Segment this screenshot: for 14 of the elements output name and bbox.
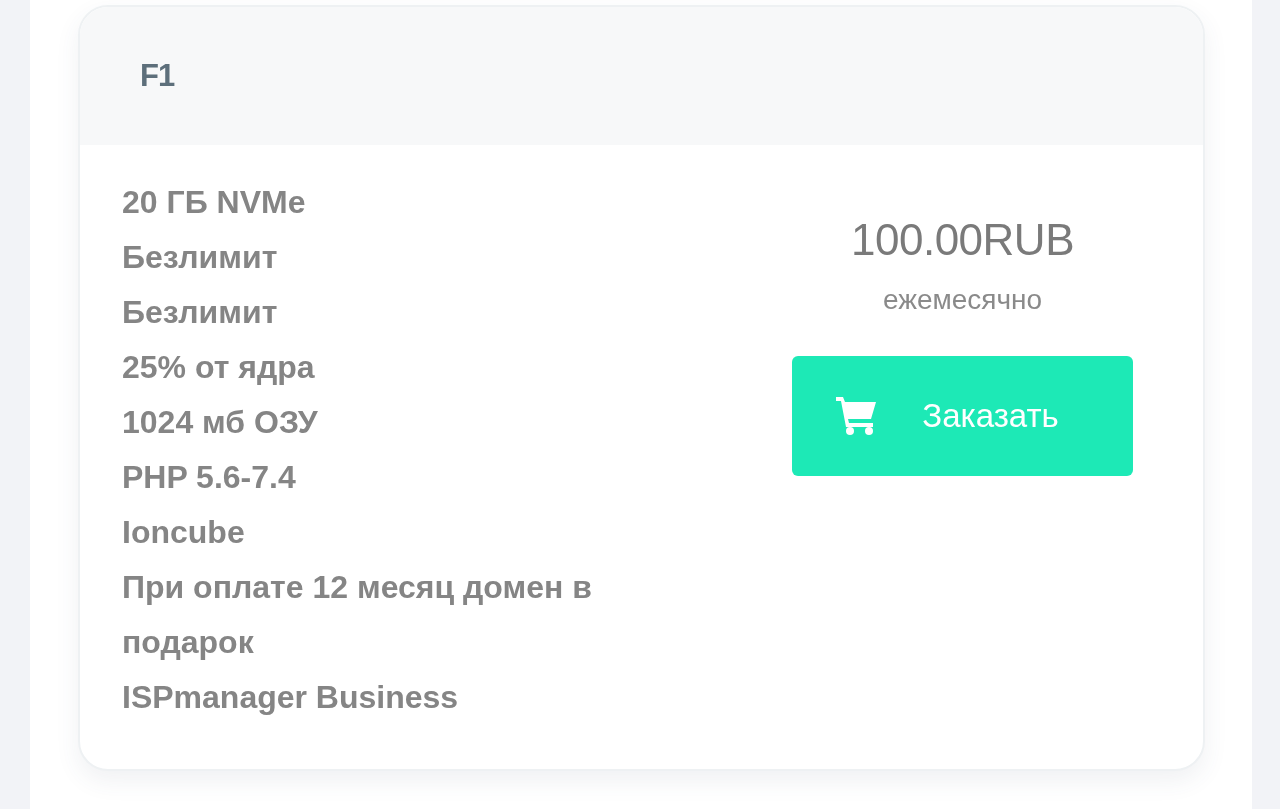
feature-text: При оплате 12 месяц домен в подарок: [122, 568, 593, 662]
feature-text: 25% от ядра: [122, 348, 316, 387]
billing-period-text: ежемесячно: [882, 283, 1043, 317]
cart-icon: [836, 397, 879, 435]
feature-text: 1024 мб ОЗУ: [122, 403, 319, 442]
feature-text: Безлимит: [122, 293, 279, 332]
feature-text: Безлимит: [122, 238, 279, 277]
feature-text: ISPmanager Business: [122, 678, 460, 717]
order-button[interactable]: Заказать: [792, 356, 1133, 476]
feature-text: PHP 5.6-7.4: [122, 458, 297, 497]
plan-title: F1: [140, 57, 175, 95]
feature-text: 20 ГБ NVMe: [122, 183, 307, 222]
feature-text: Ioncube: [122, 513, 246, 552]
price-text: 100.00RUB: [851, 214, 1074, 266]
